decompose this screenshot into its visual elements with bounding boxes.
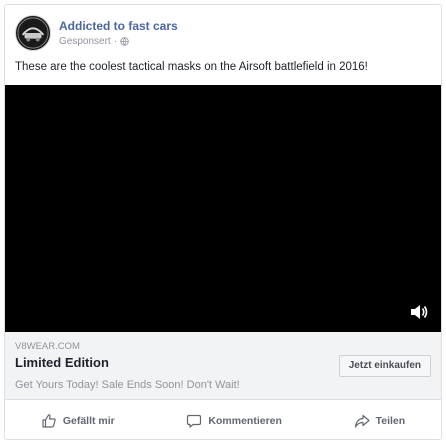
brand-logo-icon — [17, 17, 49, 49]
video-player[interactable] — [5, 85, 441, 332]
like-label: Gefällt mir — [62, 415, 115, 427]
meta-separator: · — [113, 36, 118, 47]
link-preview[interactable]: V8WEAR.COM Limited Edition Get Yours Tod… — [5, 332, 441, 400]
post-actions: Gefällt mir Kommentieren Teilen — [5, 405, 441, 437]
like-button[interactable]: Gefällt mir — [41, 413, 115, 429]
comment-bubble-icon — [187, 414, 202, 428]
post-header: Addicted to fast cars Gesponsert · — [15, 15, 431, 55]
share-label: Teilen — [375, 415, 406, 427]
comment-label: Kommentieren — [208, 415, 282, 427]
link-description: Get Yours Today! Sale Ends Soon! Don't W… — [15, 379, 240, 391]
post-meta: Gesponsert · — [59, 36, 129, 47]
sponsored-label[interactable]: Gesponsert — [59, 36, 111, 47]
speaker-icon[interactable] — [409, 304, 429, 320]
page-name-link[interactable]: Addicted to fast cars — [59, 19, 178, 33]
page-avatar[interactable] — [15, 15, 51, 51]
thumbs-up-icon — [42, 414, 56, 428]
link-headline[interactable]: Limited Edition — [15, 355, 109, 370]
globe-icon[interactable] — [120, 37, 129, 46]
sponsored-post-card: Addicted to fast cars Gesponsert · These… — [4, 4, 442, 440]
link-domain: V8WEAR.COM — [15, 341, 80, 352]
shop-now-button[interactable]: Jetzt einkaufen — [338, 355, 431, 377]
post-caption: These are the coolest tactical masks on … — [15, 61, 368, 73]
share-arrow-icon — [354, 414, 370, 428]
share-button[interactable]: Teilen — [354, 413, 406, 429]
comment-button[interactable]: Kommentieren — [186, 413, 282, 429]
